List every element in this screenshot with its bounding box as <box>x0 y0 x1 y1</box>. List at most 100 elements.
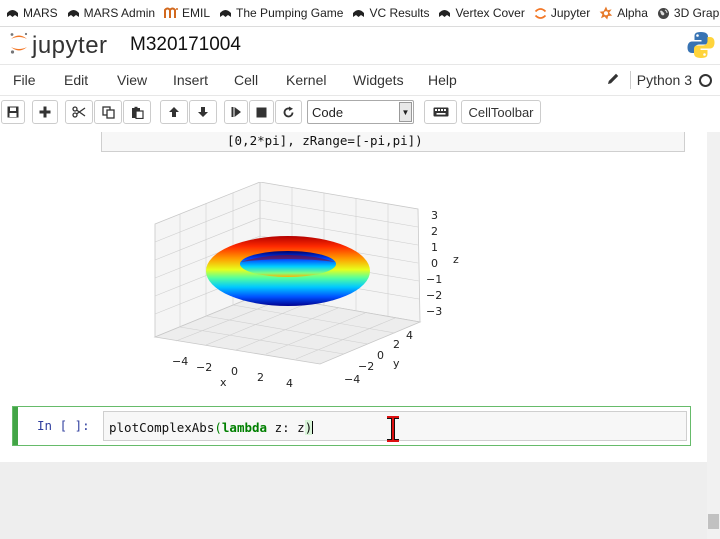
bookmark-mars[interactable]: MARS <box>6 6 58 20</box>
menu-insert[interactable]: Insert <box>173 72 208 88</box>
stop-icon <box>256 107 267 118</box>
mars-icon <box>6 8 19 19</box>
interrupt-kernel-button[interactable] <box>249 100 274 124</box>
code-rest: z: z <box>267 420 305 435</box>
z-tick-neg1: −1 <box>426 273 442 286</box>
bookmark-label: 3D Grapher <box>673 6 720 20</box>
x-axis-label: x <box>220 376 227 389</box>
bookmark-label: Jupyter <box>550 6 591 20</box>
mars-icon <box>438 8 451 19</box>
kernel-indicator: Python 3 <box>606 71 712 89</box>
jupyter-logo[interactable]: jupyter <box>8 31 108 60</box>
cell-type-value: Code <box>312 104 344 120</box>
cell-prompt: In [ ]: <box>37 418 90 433</box>
active-code-cell[interactable]: In [ ]: plotComplexAbs(lambda z: z) <box>12 406 691 446</box>
z-tick-1: 1 <box>431 241 438 254</box>
i-beam-cursor-icon <box>386 415 400 447</box>
plus-icon <box>39 106 51 118</box>
code-function: plotComplexAbs <box>109 420 215 435</box>
insert-cell-below-button[interactable] <box>32 100 58 124</box>
wolfram-alpha-icon <box>599 6 613 20</box>
menu-help[interactable]: Help <box>428 72 457 88</box>
kernel-status-idle-icon <box>699 73 712 87</box>
save-button[interactable] <box>1 100 25 124</box>
scissors-icon <box>72 106 86 118</box>
floppy-disk-icon <box>7 106 19 118</box>
bookmark-label: Vertex Cover <box>455 6 525 20</box>
z-tick-2: 2 <box>431 225 438 238</box>
bookmark-alpha[interactable]: Alpha <box>599 6 648 20</box>
y-tick-0: 0 <box>377 349 384 362</box>
menu-file[interactable]: File <box>13 72 36 88</box>
cell-edit-indicator <box>13 407 18 445</box>
bookmark-vertex-cover[interactable]: Vertex Cover <box>438 6 525 20</box>
previous-cell-input[interactable]: [0,2*pi], zRange=[-pi,pi]) <box>101 132 685 152</box>
bookmark-pumping-game[interactable]: The Pumping Game <box>219 6 343 20</box>
arrow-up-icon <box>168 106 180 118</box>
bookmark-label: VC Results <box>369 6 430 20</box>
move-cell-up-button[interactable] <box>160 100 188 124</box>
z-tick-neg3: −3 <box>426 305 442 318</box>
command-palette-button[interactable] <box>424 100 457 124</box>
jupyter-logo-icon <box>8 31 30 60</box>
x-tick-neg4: −4 <box>172 355 188 368</box>
notebook-header: jupyter M320171004 <box>0 27 720 64</box>
move-cell-down-button[interactable] <box>189 100 217 124</box>
bookmark-3d-grapher[interactable]: 3D Grapher <box>657 6 720 20</box>
notebook-toolbar: Code ▼ CellToolbar <box>0 96 720 132</box>
kernel-divider <box>629 71 631 89</box>
scrollbar-thumb[interactable] <box>708 514 719 529</box>
bookmarks-bar: MARS MARS Admin EMIL The Pumping Game VC… <box>0 0 720 27</box>
emil-icon <box>164 7 179 19</box>
code-keyword: lambda <box>221 420 268 435</box>
paste-cells-button[interactable] <box>123 100 151 124</box>
bookmark-label: Alpha <box>617 6 648 20</box>
bookmark-label: MARS <box>23 6 58 20</box>
step-forward-icon <box>231 106 242 118</box>
code-editor[interactable]: plotComplexAbs(lambda z: z) <box>103 411 687 443</box>
menu-edit[interactable]: Edit <box>64 72 88 88</box>
y-tick-4: 4 <box>406 329 413 342</box>
y-tick-neg2: −2 <box>358 360 374 373</box>
jupyter-logo-text: jupyter <box>32 31 108 59</box>
cell-type-select[interactable]: Code ▼ <box>307 100 414 124</box>
bookmark-jupyter[interactable]: Jupyter <box>534 6 590 20</box>
menu-bar: File Edit View Insert Cell Kernel Widget… <box>0 64 720 96</box>
notebook-container: [0,2*pi], zRange=[-pi,pi]) 3 2 1 0 −1 −2… <box>0 132 707 462</box>
cut-cells-button[interactable] <box>65 100 93 124</box>
y-tick-2: 2 <box>393 338 400 351</box>
mars-icon <box>352 8 365 19</box>
previous-cell-code: [0,2*pi], zRange=[-pi,pi]) <box>227 133 423 148</box>
keyboard-icon <box>433 107 449 117</box>
z-axis-label: z <box>453 253 459 266</box>
run-cell-button[interactable] <box>224 100 248 124</box>
x-tick-2: 2 <box>257 371 264 384</box>
x-tick-neg2: −2 <box>196 361 212 374</box>
z-tick-neg2: −2 <box>426 289 442 302</box>
copy-icon <box>101 105 115 119</box>
bookmark-emil[interactable]: EMIL <box>164 6 210 20</box>
bookmark-label: The Pumping Game <box>236 6 344 20</box>
notebook-name[interactable]: M320171004 <box>130 34 241 56</box>
bookmark-vc-results[interactable]: VC Results <box>352 6 429 20</box>
code-open-paren: ( <box>214 420 222 435</box>
bookmark-mars-admin[interactable]: MARS Admin <box>67 6 155 20</box>
menu-widgets[interactable]: Widgets <box>353 72 404 88</box>
celltoolbar-button[interactable]: CellToolbar <box>461 100 541 124</box>
copy-cells-button[interactable] <box>94 100 122 124</box>
torus-3d-plot: 3 2 1 0 −1 −2 −3 z −4 −2 0 2 4 x −4 −2 0… <box>153 182 459 390</box>
refresh-icon <box>282 106 295 119</box>
text-caret <box>312 421 314 434</box>
mars-icon <box>219 8 232 19</box>
python-logo-icon <box>686 30 716 65</box>
menu-cell[interactable]: Cell <box>234 72 258 88</box>
menu-view[interactable]: View <box>117 72 147 88</box>
menu-kernel[interactable]: Kernel <box>286 72 326 88</box>
jupyter-icon <box>534 7 547 20</box>
code-text: plotComplexAbs(lambda z: z) <box>109 420 314 435</box>
arrow-down-icon <box>197 106 209 118</box>
page-scrollbar[interactable] <box>707 132 720 539</box>
restart-kernel-button[interactable] <box>275 100 302 124</box>
code-close-paren: ) <box>304 420 313 435</box>
y-tick-neg4: −4 <box>344 373 360 386</box>
